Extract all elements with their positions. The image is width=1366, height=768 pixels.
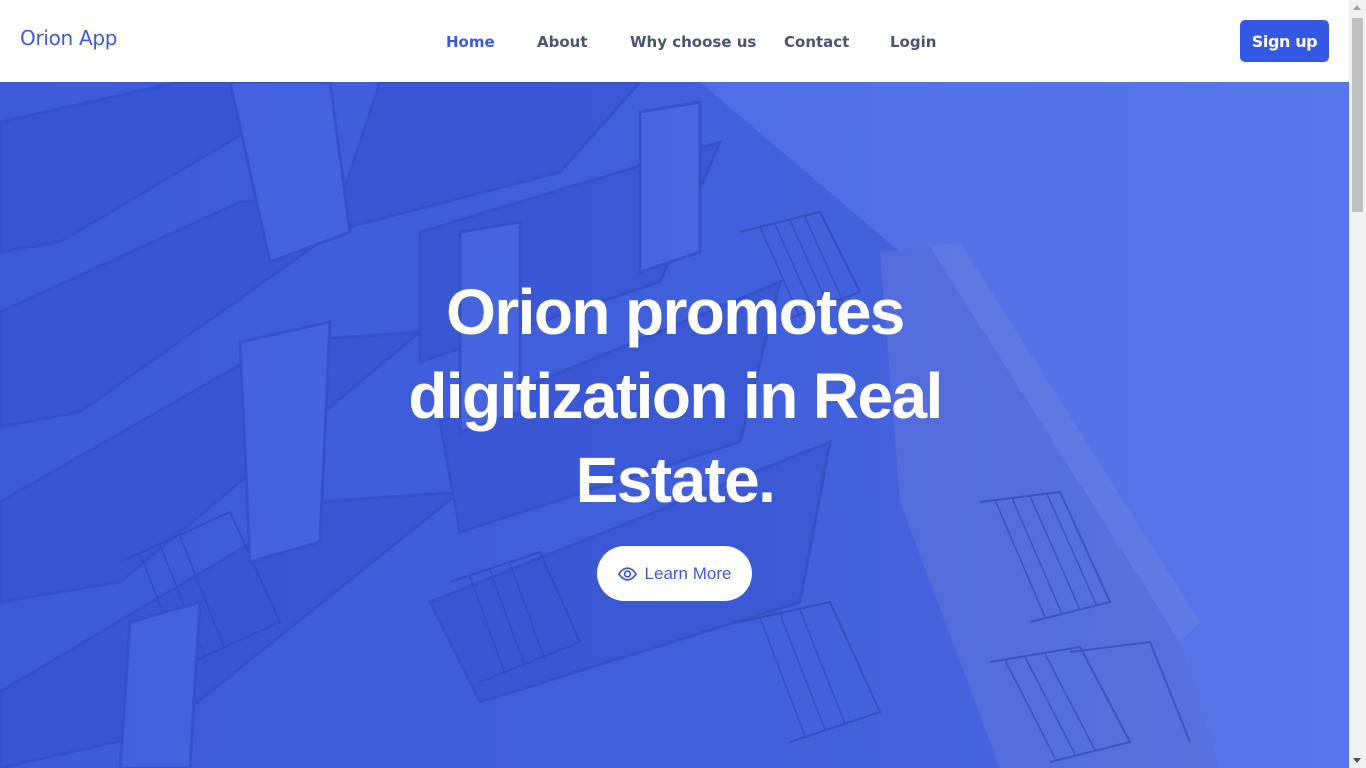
nav-link-login[interactable]: Login	[890, 33, 936, 51]
nav-link-home[interactable]: Home	[446, 33, 495, 51]
scroll-thumb[interactable]	[1352, 18, 1363, 212]
signup-button[interactable]: Sign up	[1240, 20, 1329, 62]
hero-section: Orion promotes digitization in Real Esta…	[0, 82, 1349, 768]
scroll-down-arrow-icon[interactable]	[1353, 758, 1361, 763]
page: Orion App Home About Why choose us Conta…	[0, 0, 1349, 768]
nav-link-about[interactable]: About	[537, 33, 588, 51]
nav-link-contact[interactable]: Contact	[784, 33, 849, 51]
learn-more-button[interactable]: Learn More	[597, 546, 752, 601]
nav-link-why-choose-us[interactable]: Why choose us	[630, 33, 756, 51]
site-header: Orion App Home About Why choose us Conta…	[0, 0, 1349, 82]
hero-title: Orion promotes digitization in Real Esta…	[408, 276, 943, 516]
scroll-up-arrow-icon[interactable]	[1353, 5, 1361, 10]
main-nav: Home About Why choose us Contact Login	[0, 0, 1349, 82]
eye-icon	[617, 566, 637, 581]
learn-more-label: Learn More	[644, 563, 732, 583]
page-scrollbar[interactable]	[1349, 0, 1366, 768]
